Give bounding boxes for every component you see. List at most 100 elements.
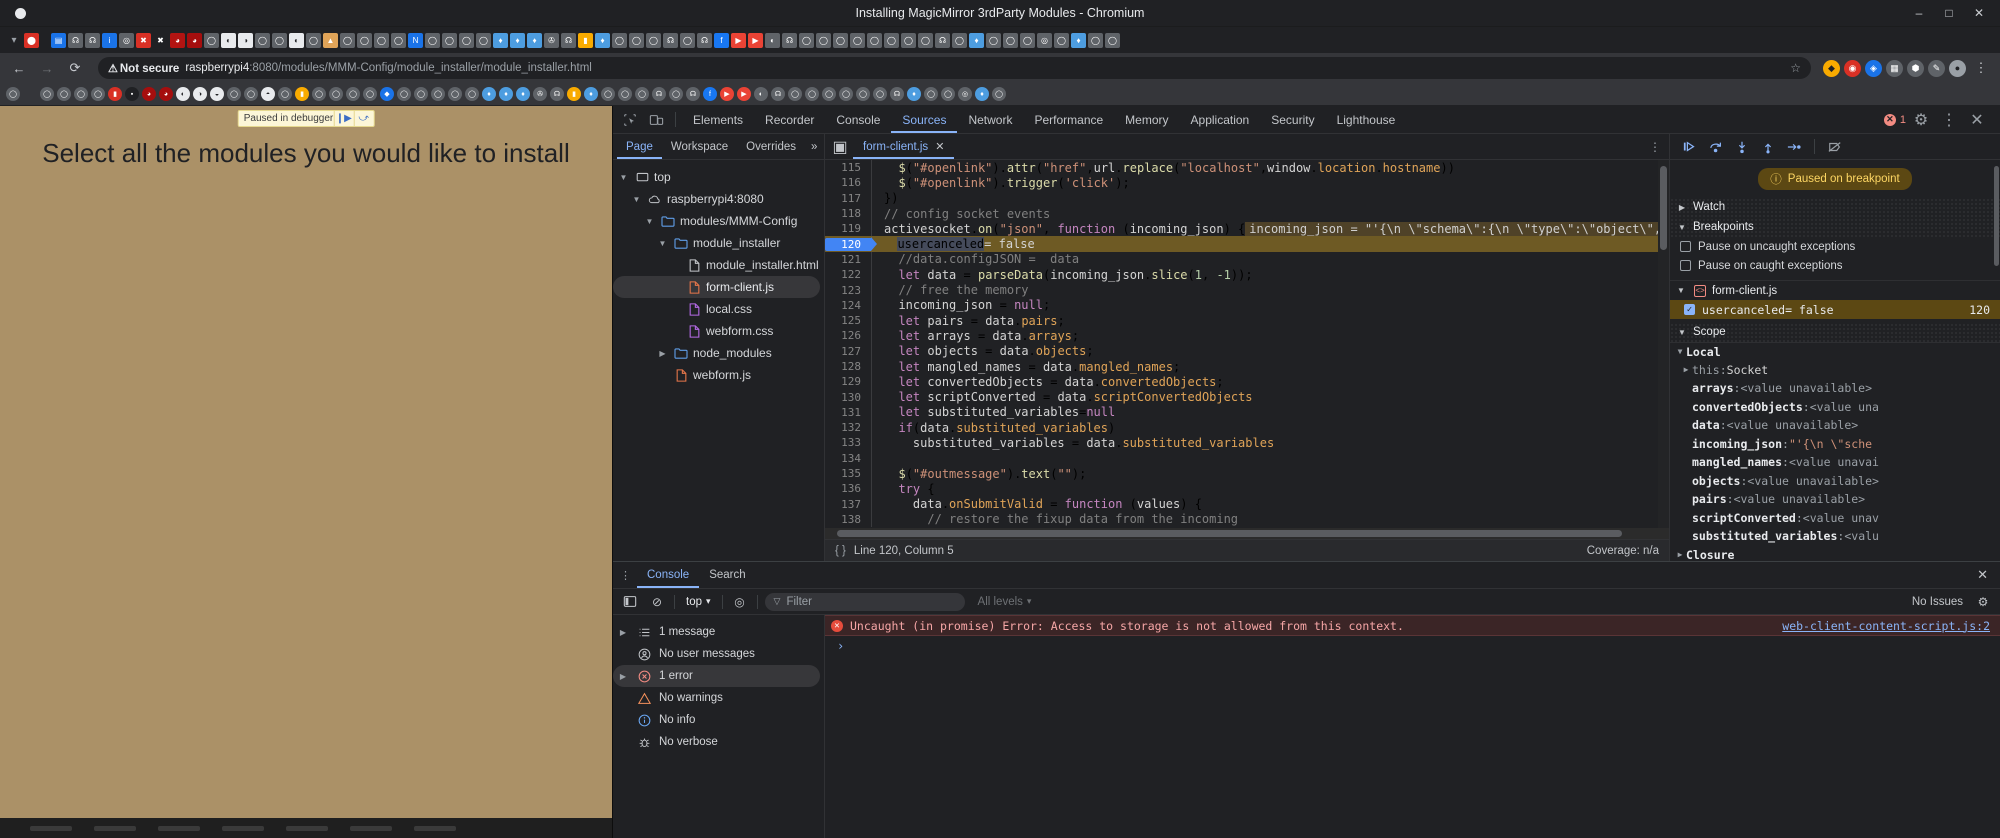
bookmark-favicon[interactable]: ◯ [6, 87, 20, 101]
navigator-tab-page[interactable]: Page [617, 134, 662, 159]
chevron-right-icon[interactable]: ▶ [1680, 365, 1692, 374]
bookmark-favicon[interactable]: ◯ [924, 87, 938, 101]
back-button[interactable]: ← [8, 57, 30, 79]
scope-variable-row[interactable]: scriptConverted: <value unav [1670, 509, 2000, 528]
tab-favicon[interactable]: N [408, 32, 423, 48]
bookmark-favicon[interactable]: ◯ [91, 87, 105, 101]
step-out-icon[interactable] [1756, 136, 1780, 158]
bookmark-favicon[interactable]: ♦ [482, 87, 496, 101]
tab-favicon[interactable]: ☊ [68, 32, 83, 48]
chevron-down-icon[interactable]: ▼ [630, 195, 643, 204]
scope-variable-row[interactable]: objects: <value unavailable> [1670, 472, 2000, 491]
code-line[interactable]: 118 // config socket events [825, 205, 1669, 222]
console-error-source-link[interactable]: web-client-content-script.js:2 [1782, 619, 1990, 633]
navigator-more-icon[interactable]: » [805, 141, 823, 153]
tab-favicon[interactable]: ✇ [544, 32, 559, 48]
watch-section-header[interactable]: ▶ Watch [1670, 197, 2000, 217]
code-line[interactable]: 124 incoming_json = null; [825, 297, 1669, 313]
code-line[interactable]: 133 substituted_variables = data.substit… [825, 435, 1669, 451]
tab-favicon[interactable]: ▤ [51, 32, 66, 48]
bookmark-favicon[interactable]: ◐ [176, 87, 190, 101]
line-number[interactable]: 136 [825, 482, 871, 495]
code-line[interactable]: 129 let convertedObjects = data.converte… [825, 374, 1669, 390]
bookmark-favicon[interactable]: ◓ [261, 87, 275, 101]
tab-favicon[interactable]: ◑ [238, 32, 253, 48]
inspect-element-icon[interactable] [617, 108, 643, 132]
bookmark-favicon[interactable]: ☊ [890, 87, 904, 101]
tab-favicon[interactable]: ◯ [272, 32, 287, 48]
bookmark-favicon[interactable]: ◯ [227, 87, 241, 101]
bookmark-favicon[interactable]: ◯ [57, 87, 71, 101]
file-tree-item[interactable]: ▶ node_modules [613, 342, 824, 364]
bookmark-favicon[interactable]: ◕ [159, 87, 173, 101]
tab-favicon[interactable]: ◯ [1020, 32, 1035, 48]
bookmark-favicon[interactable]: ◯ [822, 87, 836, 101]
bookmark-favicon[interactable]: ◯ [601, 87, 615, 101]
chevron-down-icon[interactable]: ▼ [656, 239, 669, 248]
devtools-tab-network[interactable]: Network [957, 106, 1023, 133]
file-tree-item[interactable]: ▼ top [613, 166, 824, 188]
scrollbar-thumb[interactable] [1660, 166, 1667, 250]
line-number[interactable]: 126 [825, 329, 871, 342]
editor-more-icon[interactable]: ⋮ [1641, 140, 1669, 154]
tab-favicon[interactable]: ♦ [969, 32, 984, 48]
tab-favicon[interactable]: ◐ [765, 32, 780, 48]
code-line[interactable]: 127 let objects = data.objects; [825, 343, 1669, 359]
bookmark-favicon[interactable]: ▮ [295, 87, 309, 101]
bookmark-favicon[interactable]: ♦ [584, 87, 598, 101]
bookmark-favicon[interactable]: ▪ [125, 87, 139, 101]
tab-favicon[interactable]: i [102, 32, 117, 48]
navigator-tab-workspace[interactable]: Workspace [662, 134, 737, 159]
code-line[interactable]: 123 // free the memory [825, 282, 1669, 298]
scope-closure-header[interactable]: ▶ Closure [1670, 546, 2000, 561]
close-button[interactable]: ✕ [1972, 6, 1986, 20]
scrollbar-thumb[interactable] [837, 530, 1622, 537]
pause-caught-row[interactable]: Pause on caught exceptions [1670, 256, 2000, 275]
bookmark-favicon[interactable]: ◑ [193, 87, 207, 101]
bookmark-favicon[interactable]: ◯ [635, 87, 649, 101]
scope-variable-row[interactable]: arrays: <value unavailable> [1670, 379, 2000, 398]
line-number[interactable]: 135 [825, 467, 871, 480]
console-error-row[interactable]: ✕ Uncaught (in promise) Error: Access to… [825, 615, 2000, 636]
editor-vertical-scrollbar[interactable] [1658, 160, 1669, 528]
line-number[interactable]: 125 [825, 314, 871, 327]
devtools-tab-recorder[interactable]: Recorder [754, 106, 825, 133]
tab-favicon[interactable]: ◯ [850, 32, 865, 48]
bookmark-favicon[interactable]: ◕ [142, 87, 156, 101]
bookmark-favicon[interactable]: ☊ [771, 87, 785, 101]
chevron-right-icon[interactable]: ▶ [656, 349, 669, 358]
drawer-close-icon[interactable]: ✕ [1965, 567, 2000, 583]
bookmark-favicon[interactable]: ◯ [873, 87, 887, 101]
tab-favicon[interactable]: ◯ [833, 32, 848, 48]
tab-favicon[interactable]: ◯ [646, 32, 661, 48]
profile-avatar[interactable]: ● [1949, 59, 1966, 77]
code-line[interactable]: 119 activesocket.on("json", function (inc… [825, 221, 1669, 237]
taskbar-item[interactable] [222, 825, 264, 831]
tab-favicon[interactable]: ♦ [1071, 32, 1086, 48]
not-secure-badge[interactable]: ⚠ Not secure [108, 62, 179, 75]
devtools-tab-lighthouse[interactable]: Lighthouse [1326, 106, 1407, 133]
tab-favicon[interactable]: ◯ [476, 32, 491, 48]
code-line[interactable]: 132 if(data.substituted_variables) [825, 420, 1669, 436]
console-count-row-list[interactable]: ▶ 1 message [613, 621, 824, 643]
devtools-tab-elements[interactable]: Elements [682, 106, 754, 133]
extension-icon[interactable]: ✎ [1928, 59, 1945, 77]
console-log-levels-selector[interactable]: All levels ▾ [978, 596, 1032, 608]
deactivate-breakpoints-icon[interactable] [1823, 136, 1847, 158]
file-tree-item[interactable]: ▼ modules/MMM-Config [613, 210, 824, 232]
tab-favicon[interactable]: ◯ [1105, 32, 1120, 48]
tab-favicon[interactable]: ♦ [510, 32, 525, 48]
console-count-row-user[interactable]: No user messages [613, 643, 824, 665]
bookmark-favicon[interactable]: f [703, 87, 717, 101]
scope-variable-row[interactable]: convertedObjects: <value una [1670, 398, 2000, 417]
issues-label[interactable]: No Issues [1912, 596, 1963, 608]
drawer-tab-console[interactable]: Console [637, 562, 699, 588]
line-number[interactable]: 124 [825, 299, 871, 312]
checkbox[interactable] [1680, 260, 1691, 271]
tab-favicon[interactable]: ◯ [204, 32, 219, 48]
bookmark-favicon[interactable]: ◯ [244, 87, 258, 101]
maximize-button[interactable]: □ [1942, 6, 1956, 20]
tab-favicon[interactable]: ☊ [935, 32, 950, 48]
line-number[interactable]: 138 [825, 513, 871, 526]
tab-favicon[interactable]: ◕ [170, 32, 185, 48]
